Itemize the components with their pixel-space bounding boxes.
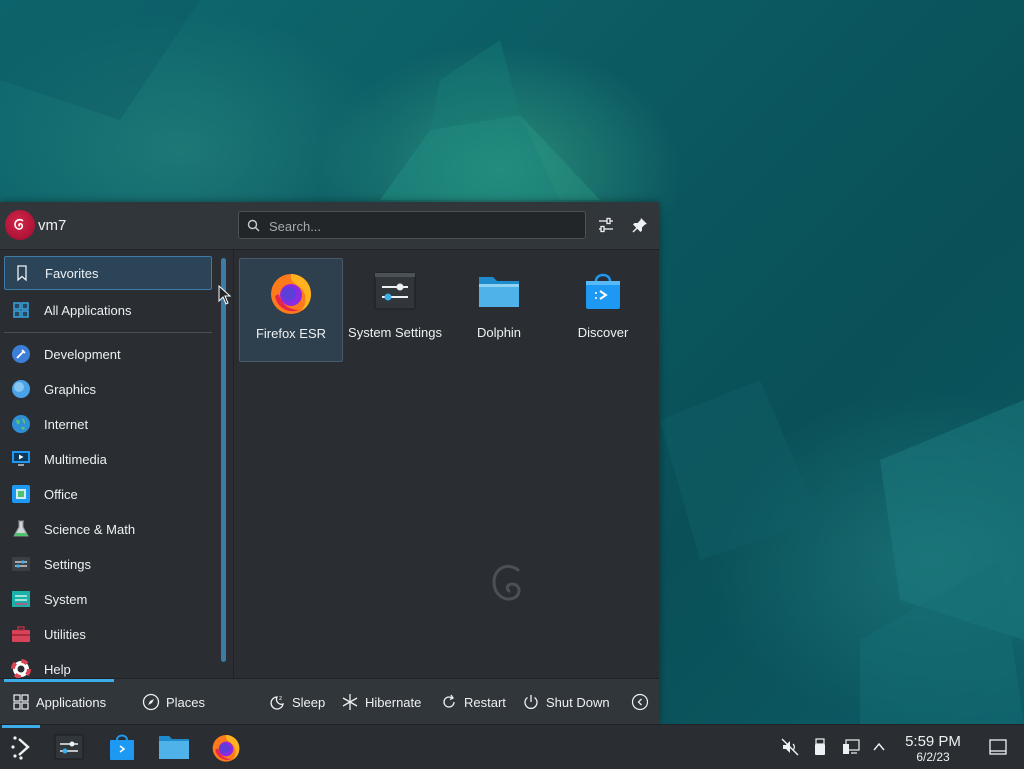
grid-icon — [10, 299, 32, 321]
sidebar-item-graphics[interactable]: Graphics — [4, 372, 212, 406]
tab-applications[interactable]: Applications — [12, 691, 106, 713]
usb-drive-icon — [815, 738, 825, 755]
restart-icon — [440, 693, 458, 711]
search-field[interactable] — [238, 211, 586, 239]
show-desktop-icon — [989, 739, 1007, 755]
kde-launcher-icon — [11, 736, 30, 760]
launcher-header: vm7 — [0, 202, 659, 250]
launcher-active-indicator — [2, 725, 40, 728]
user-name: vm7 — [38, 217, 67, 234]
sidebar-item-office[interactable]: Office — [4, 477, 212, 511]
system-settings-icon — [371, 267, 419, 315]
sidebar-item-all-applications[interactable]: All Applications — [4, 293, 212, 327]
bookmark-icon — [11, 262, 33, 284]
user-avatar[interactable] — [5, 210, 35, 240]
favorite-system-settings[interactable]: System Settings — [343, 258, 447, 362]
taskbar-dolphin[interactable] — [158, 731, 190, 763]
show-hidden-icons-button[interactable] — [869, 737, 889, 757]
favorites-grid: Firefox ESR System Settings Dolphin Disc… — [234, 250, 659, 678]
firefox-icon — [267, 268, 315, 316]
taskbar-discover[interactable] — [106, 731, 138, 763]
hibernate-button[interactable]: Hibernate — [341, 691, 421, 713]
globe-icon — [10, 413, 32, 435]
sidebar-item-utilities[interactable]: Utilities — [4, 617, 212, 651]
more-options-button[interactable] — [631, 691, 655, 713]
digital-clock[interactable]: 5:59 PM 6/2/23 — [898, 733, 968, 764]
folder-icon — [159, 736, 189, 759]
launcher-footer: Applications Places z Sleep Hibernate Re… — [0, 678, 659, 725]
chevron-left-icon — [631, 693, 649, 711]
network-wired-icon — [843, 739, 860, 754]
graphics-icon — [10, 378, 32, 400]
app-launcher-button[interactable] — [5, 731, 37, 763]
multimedia-icon — [10, 448, 32, 470]
toolbox-icon — [10, 623, 32, 645]
sliders-icon — [599, 217, 613, 233]
favorite-firefox[interactable]: Firefox ESR — [239, 258, 343, 362]
power-icon — [522, 693, 540, 711]
svg-text:z: z — [279, 695, 282, 702]
shutdown-button[interactable]: Shut Down — [522, 691, 610, 713]
pin-icon — [632, 218, 647, 233]
discover-bag-icon — [110, 734, 134, 760]
debian-logo-icon — [14, 218, 24, 230]
sidebar-item-internet[interactable]: Internet — [4, 407, 212, 441]
search-icon — [247, 219, 260, 232]
search-input[interactable] — [267, 215, 581, 237]
sleep-button[interactable]: z Sleep — [268, 691, 325, 713]
configure-button[interactable] — [595, 214, 617, 236]
restart-button[interactable]: Restart — [440, 691, 506, 713]
sidebar-scrollbar[interactable] — [221, 258, 226, 662]
lifebuoy-icon — [10, 658, 32, 680]
system-settings-icon — [54, 734, 84, 760]
active-tab-indicator — [4, 679, 114, 682]
taskbar: 5:59 PM 6/2/23 — [0, 724, 1024, 769]
chevron-up-icon — [873, 742, 885, 751]
mouse-cursor-icon — [218, 285, 232, 305]
development-icon — [10, 343, 32, 365]
system-icon — [10, 588, 32, 610]
volume-muted-button[interactable] — [780, 737, 800, 757]
show-desktop-button[interactable] — [988, 737, 1008, 757]
folder-icon — [475, 267, 523, 315]
sidebar-item-science-math[interactable]: Science & Math — [4, 512, 212, 546]
category-sidebar: Favorites All Applications Development G… — [0, 250, 216, 680]
taskbar-firefox[interactable] — [210, 731, 242, 763]
discover-bag-icon — [579, 267, 627, 315]
clock-date: 6/2/23 — [916, 750, 950, 764]
sidebar-separator — [4, 332, 212, 333]
sidebar-item-favorites[interactable]: Favorites — [4, 256, 212, 290]
sidebar-item-development[interactable]: Development — [4, 337, 212, 371]
clock-time: 5:59 PM — [905, 733, 961, 750]
sidebar-item-settings[interactable]: Settings — [4, 547, 212, 581]
favorite-dolphin[interactable]: Dolphin — [447, 258, 551, 362]
snowflake-icon — [341, 693, 359, 711]
application-launcher: vm7 Favo — [0, 202, 659, 725]
taskbar-system-settings[interactable] — [53, 731, 85, 763]
compass-icon — [142, 693, 160, 711]
firefox-icon — [212, 735, 240, 762]
network-button[interactable] — [841, 737, 861, 757]
debian-watermark-icon — [492, 565, 521, 601]
office-icon — [10, 483, 32, 505]
pin-button[interactable] — [629, 214, 651, 236]
sidebar-item-system[interactable]: System — [4, 582, 212, 616]
settings-icon — [10, 553, 32, 575]
sidebar-item-multimedia[interactable]: Multimedia — [4, 442, 212, 476]
sleep-moon-icon: z — [268, 693, 286, 711]
removable-devices-button[interactable] — [810, 737, 830, 757]
tab-places[interactable]: Places — [142, 691, 205, 713]
favorite-discover[interactable]: Discover — [551, 258, 655, 362]
flask-icon — [10, 518, 32, 540]
volume-muted-icon — [781, 738, 799, 756]
applications-grid-icon — [12, 693, 30, 711]
